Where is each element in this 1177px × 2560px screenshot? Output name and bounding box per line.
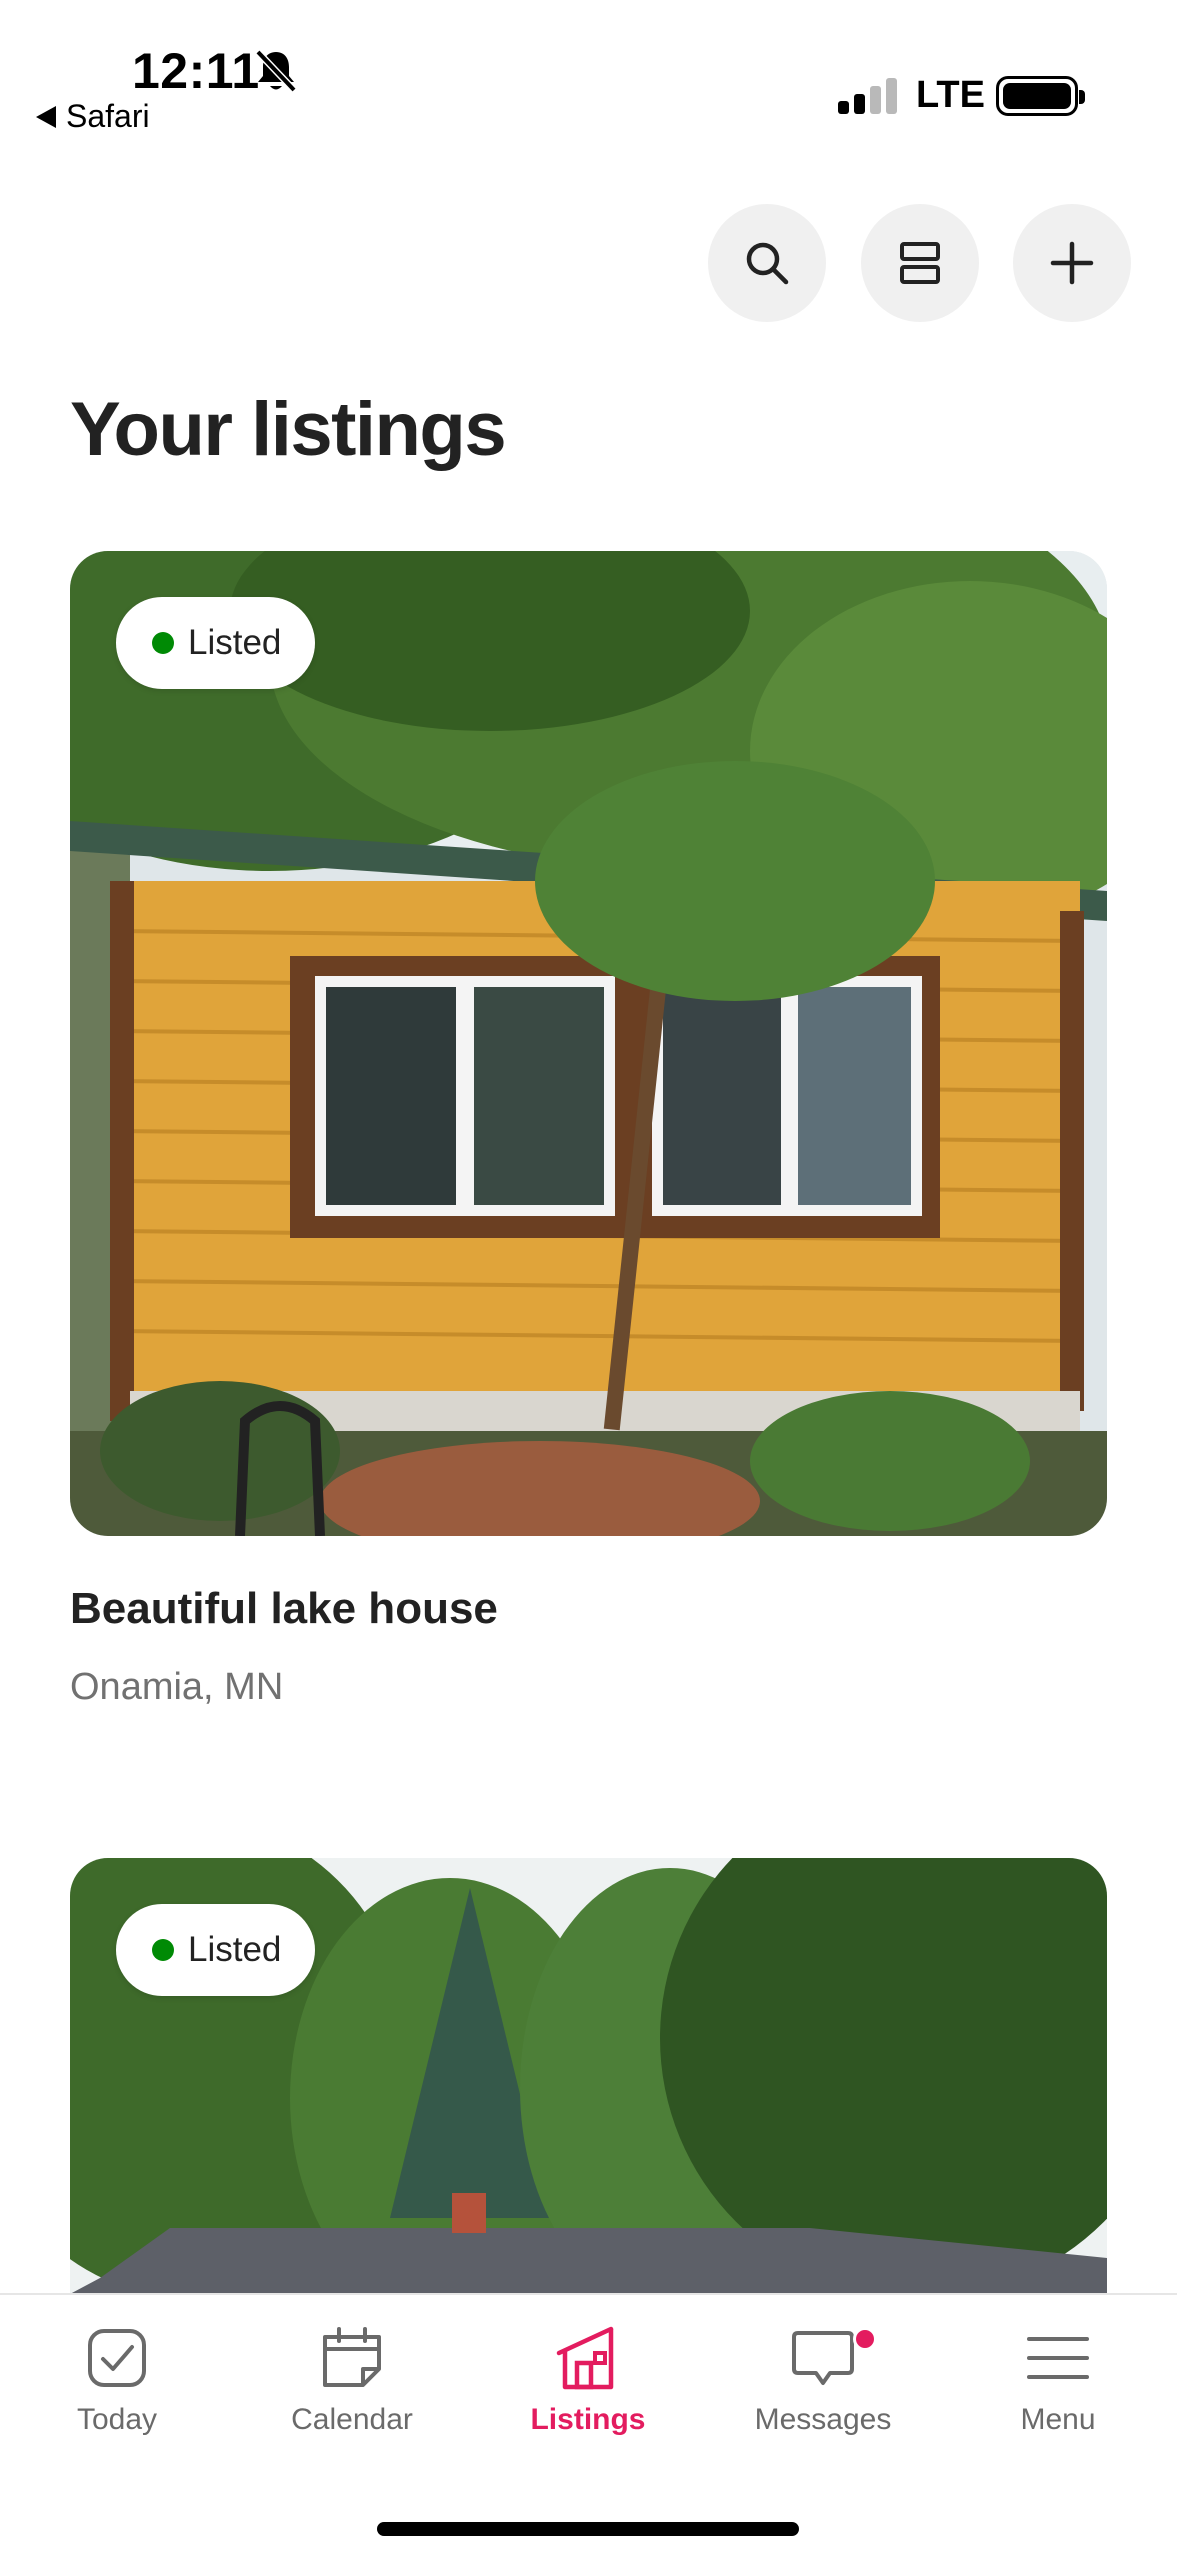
tab-calendar-label: Calendar [291, 2403, 413, 2436]
layout-toggle-button[interactable] [861, 204, 979, 322]
unread-badge-dot [853, 2327, 877, 2351]
tab-menu-label: Menu [1020, 2403, 1096, 2436]
back-arrow-icon [36, 105, 56, 128]
calendar-icon [323, 2327, 381, 2387]
tab-listings-label: Listings [530, 2403, 646, 2436]
house-icon [556, 2326, 614, 2390]
status-dot-icon [152, 632, 174, 654]
cellular-signal-icon [838, 78, 898, 114]
listing-status-text: Listed [188, 623, 282, 662]
check-square-icon [88, 2329, 146, 2387]
layout-toggle-icon [900, 242, 940, 284]
back-to-app-link[interactable]: Safari [36, 98, 150, 135]
listing-status-badge: Listed [116, 597, 316, 689]
tab-today-label: Today [76, 2403, 158, 2436]
listing-status-text: Listed [188, 1930, 282, 1969]
network-type: LTE [916, 74, 985, 116]
plus-icon [1050, 241, 1094, 285]
tab-listings[interactable]: Listings [488, 2323, 688, 2437]
listing-title[interactable]: Beautiful lake house [70, 1584, 498, 1634]
tab-today[interactable]: Today [17, 2323, 217, 2437]
tab-menu[interactable]: Menu [958, 2323, 1158, 2437]
listing-location: Onamia, MN [70, 1666, 284, 1708]
tab-messages-label: Messages [754, 2403, 892, 2436]
listing-status-badge: Listed [116, 1904, 316, 1996]
bell-muted-icon [255, 49, 297, 93]
page-title: Your listings [70, 387, 507, 472]
listing-card-photo[interactable]: Listed [70, 551, 1107, 1536]
battery-icon [996, 76, 1085, 116]
listing-card-photo[interactable]: Listed [70, 1858, 1107, 2294]
hamburger-menu-icon [1027, 2337, 1089, 2379]
tab-calendar[interactable]: Calendar [252, 2323, 452, 2437]
bottom-tab-bar: Today Calendar Listings Messages Menu [0, 2293, 1177, 2560]
status-bar: 12:11 Safari LTE [0, 0, 1177, 150]
tab-messages[interactable]: Messages [723, 2323, 923, 2437]
status-time: 12:11 [132, 43, 260, 99]
search-button[interactable] [708, 204, 826, 322]
app-screen: 12:11 Safari LTE Your listings Listed Be… [0, 0, 1177, 2560]
chat-bubble-icon [792, 2331, 854, 2385]
status-dot-icon [152, 1939, 174, 1961]
listing-photo-lake-house [70, 551, 1107, 1536]
back-app-label: Safari [66, 98, 150, 134]
search-icon [746, 242, 789, 285]
home-indicator[interactable] [377, 2522, 799, 2536]
add-listing-button[interactable] [1013, 204, 1131, 322]
